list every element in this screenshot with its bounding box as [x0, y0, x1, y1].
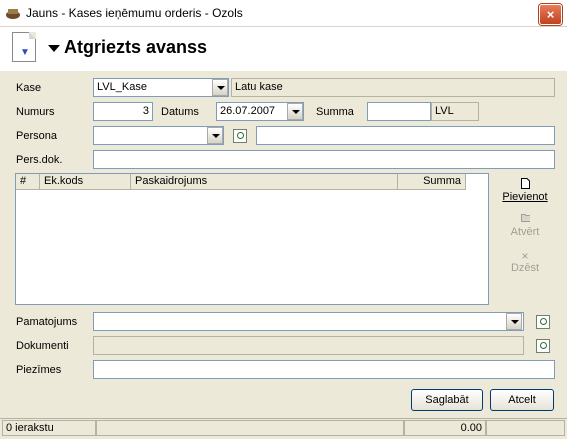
document-icon: ▼: [12, 32, 36, 62]
pamatojums-field[interactable]: [93, 312, 524, 331]
summa-label: Summa: [316, 106, 354, 118]
numurs-label: Numurs: [16, 106, 55, 118]
open-folder-icon: [520, 214, 530, 222]
kase-name-field: Latu kase: [231, 78, 555, 97]
record-count: 0 ierakstu: [2, 420, 96, 436]
dokumenti-field: [93, 336, 524, 355]
pamatojums-dropdown-button[interactable]: [506, 313, 522, 330]
persona-select[interactable]: [93, 126, 224, 145]
datums-label: Datums: [161, 106, 199, 118]
dokumenti-label: Dokumenti: [16, 340, 69, 352]
persdok-label: Pers.dok.: [16, 154, 63, 166]
column-header-ekkods[interactable]: Ek.kods: [40, 174, 131, 190]
new-document-icon: [520, 178, 530, 189]
piezimes-label: Piezīmes: [16, 364, 62, 376]
persona-name-field[interactable]: [256, 126, 555, 145]
persona-lookup-icon[interactable]: [233, 129, 247, 143]
cancel-button[interactable]: Atcelt: [490, 389, 554, 411]
close-button[interactable]: ×: [539, 4, 562, 25]
column-header-summa[interactable]: Summa: [398, 174, 466, 190]
currency-field: LVL: [431, 102, 479, 121]
kase-label: Kase: [16, 82, 42, 94]
numurs-field[interactable]: 3: [93, 102, 153, 121]
add-button[interactable]: Pievienot: [500, 178, 550, 203]
kase-dropdown-button[interactable]: [212, 79, 228, 96]
summa-field[interactable]: [367, 102, 431, 121]
delete-button[interactable]: × Dzēst: [500, 250, 550, 274]
add-button-label: Pievienot: [502, 191, 548, 203]
open-button-label: Atvērt: [510, 226, 540, 238]
persdok-field[interactable]: [93, 150, 555, 169]
kase-select[interactable]: LVL_Kase: [93, 78, 229, 97]
open-button[interactable]: Atvērt: [500, 213, 550, 238]
dokumenti-lookup-icon[interactable]: [536, 339, 550, 353]
status-spacer: [96, 420, 404, 436]
lines-table[interactable]: # Ek.kods Paskaidrojums Summa: [15, 173, 489, 305]
pamatojums-lookup-icon[interactable]: [536, 315, 550, 329]
app-icon: [5, 6, 21, 20]
column-header-paskaidrojums[interactable]: Paskaidrojums: [131, 174, 398, 190]
page-title: Atgriezts avanss: [64, 37, 208, 57]
save-button[interactable]: Saglabāt: [411, 389, 483, 411]
delete-icon: ×: [521, 249, 529, 263]
persona-label: Persona: [16, 130, 57, 142]
window-title: Jauns - Kases ieņēmumu orderis - Ozols: [26, 6, 243, 20]
persona-dropdown-button[interactable]: [207, 127, 223, 144]
status-total: 0.00: [404, 420, 486, 436]
pamatojums-label: Pamatojums: [16, 316, 78, 328]
status-extra: [486, 420, 565, 436]
piezimes-field[interactable]: [93, 360, 555, 379]
datums-dropdown-button[interactable]: [287, 103, 303, 120]
dropdown-arrow-icon[interactable]: [48, 45, 60, 52]
delete-button-label: Dzēst: [510, 262, 540, 274]
column-header-number[interactable]: #: [16, 174, 40, 190]
